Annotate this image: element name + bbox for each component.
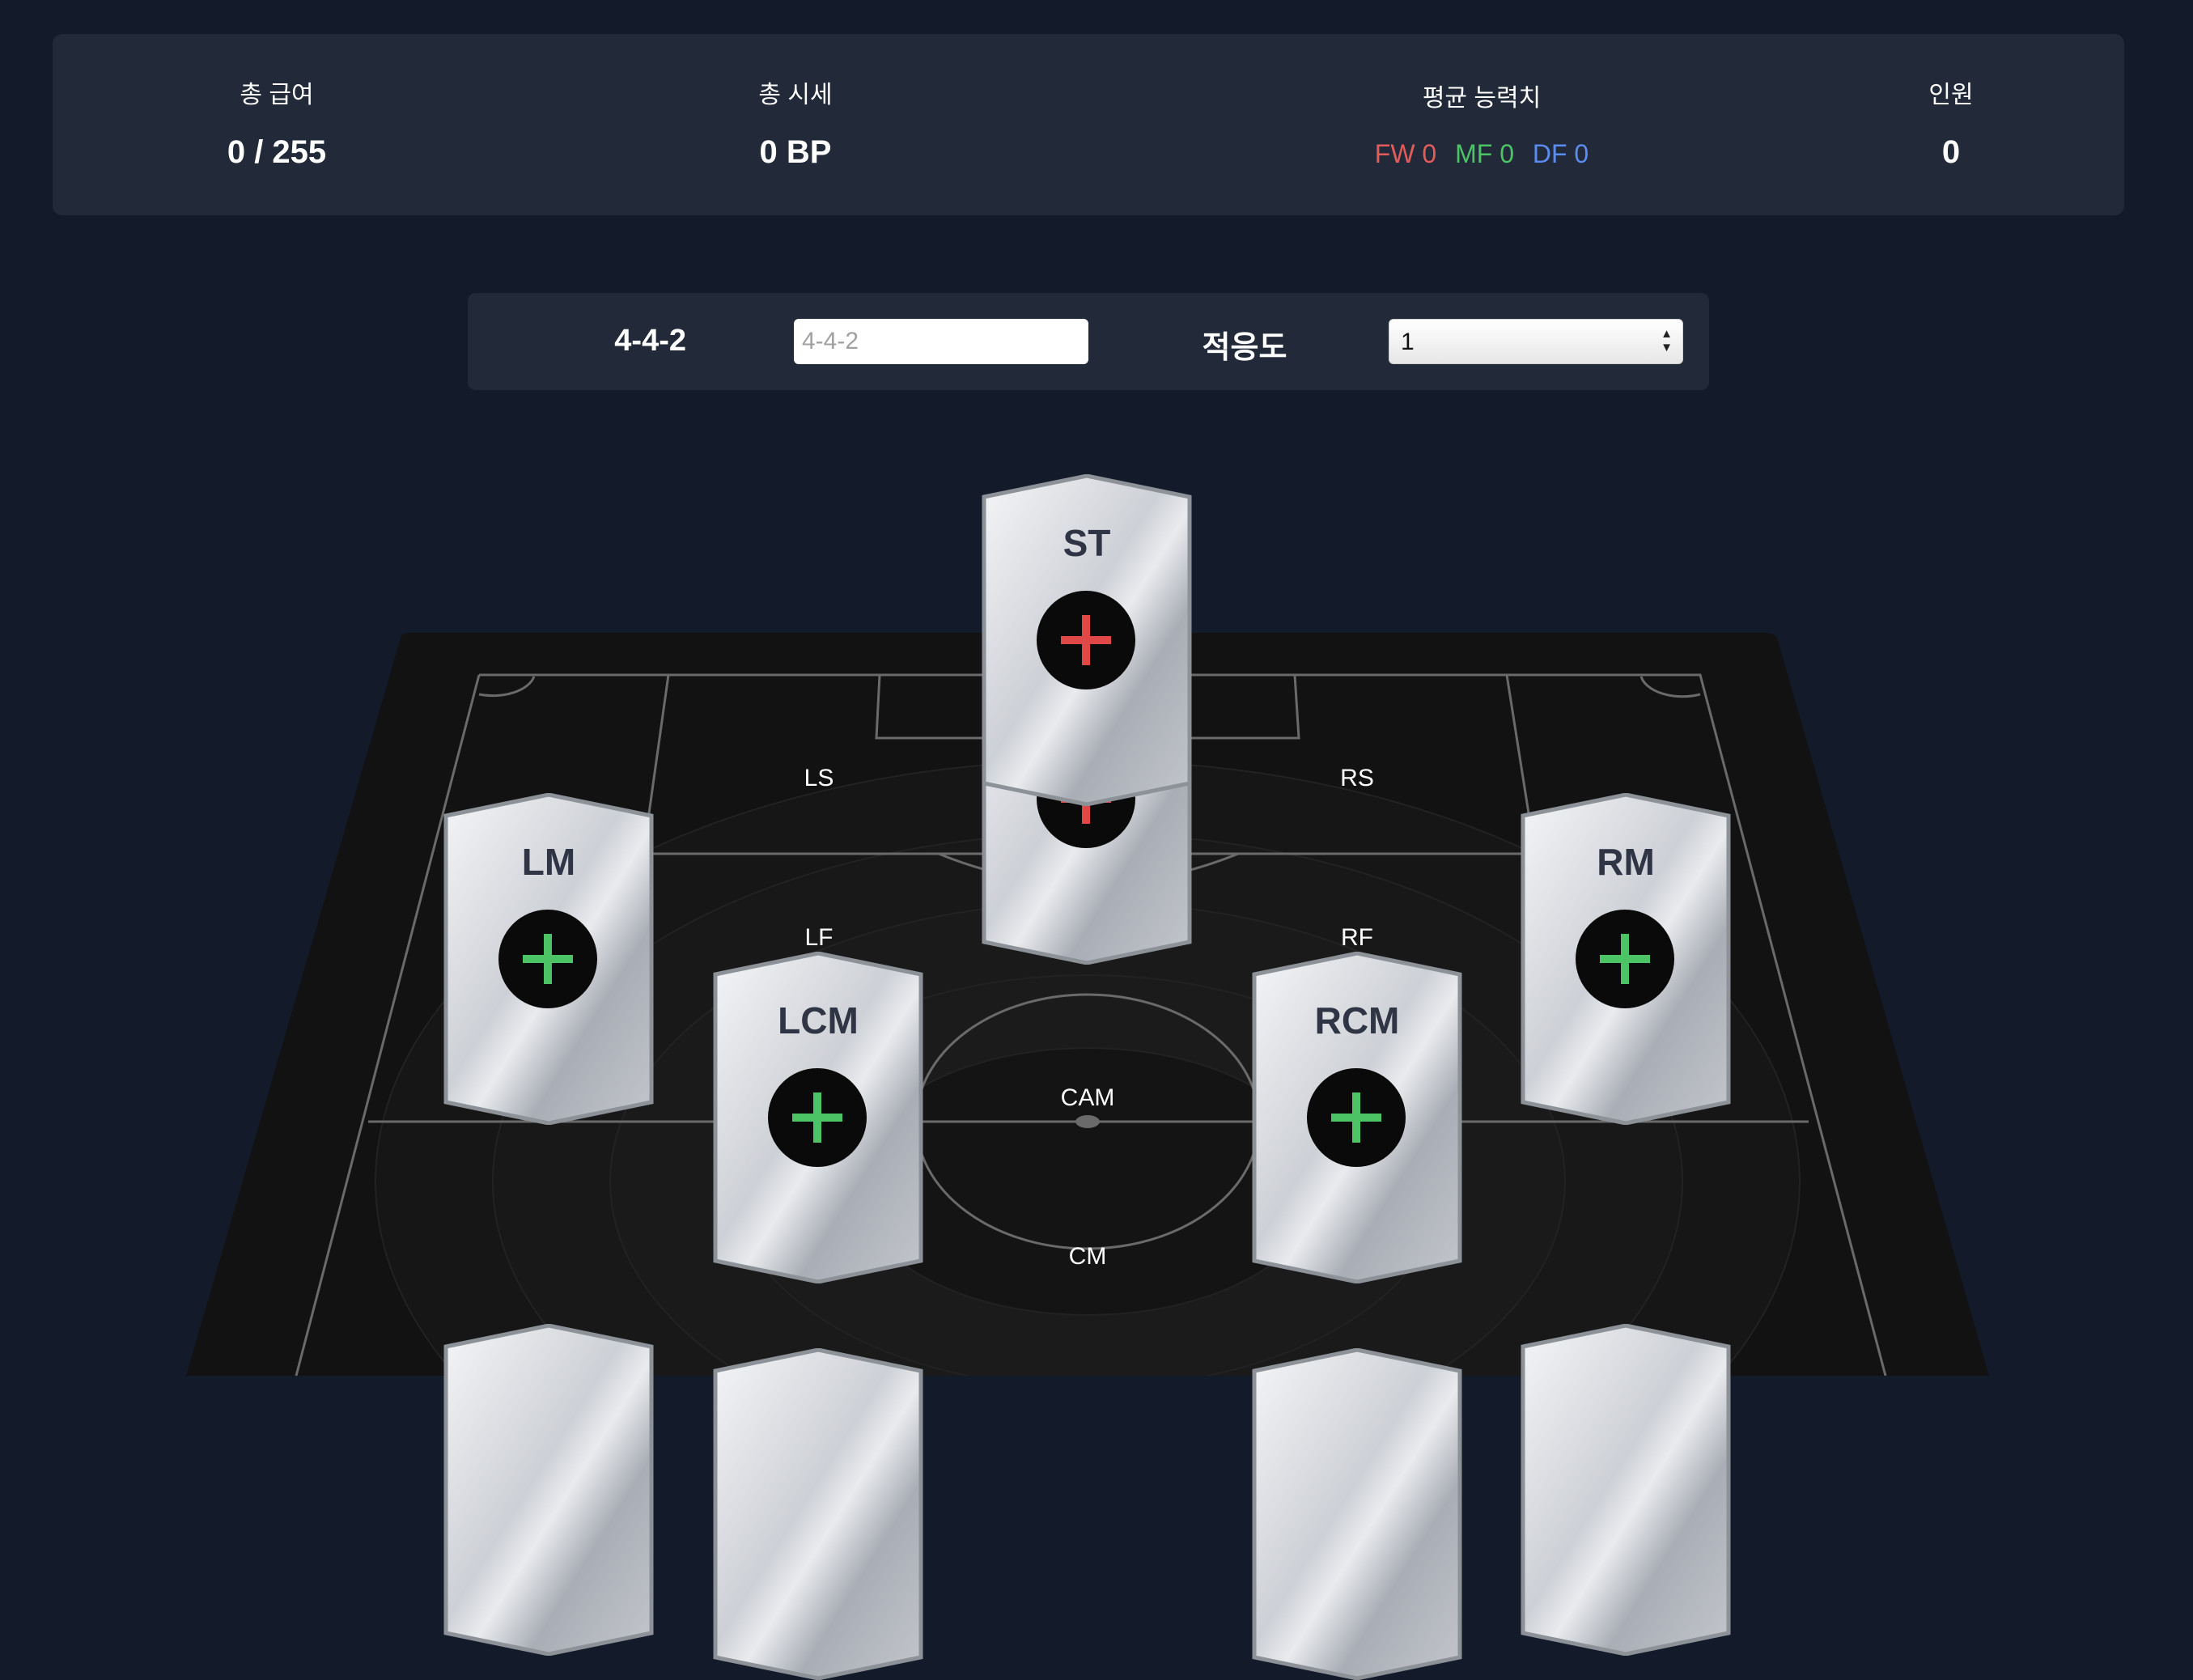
pitch-label-lf: LF	[804, 924, 834, 951]
player-card-st[interactable]: ST	[981, 474, 1193, 806]
pitch-label-cam: CAM	[1060, 1084, 1115, 1111]
card-position-label: LM	[521, 841, 576, 883]
card-position-label: RCM	[1314, 999, 1400, 1042]
player-card-rm[interactable]: RM	[1520, 793, 1732, 1125]
player-card-rb[interactable]	[1520, 1324, 1732, 1656]
player-card-rcm[interactable]: RCM	[1251, 952, 1463, 1283]
pitch-label-rf: RF	[1341, 924, 1373, 951]
plus-icon[interactable]	[768, 1068, 867, 1167]
card-position-label: RM	[1597, 841, 1655, 883]
player-card-rcb[interactable]	[1251, 1348, 1463, 1680]
card-position-label: LCM	[778, 999, 859, 1042]
plus-icon[interactable]	[1307, 1068, 1406, 1167]
player-card-lcm[interactable]: LCM	[712, 952, 924, 1283]
player-card-lm[interactable]: LM	[443, 793, 655, 1125]
plus-icon[interactable]	[1576, 910, 1674, 1008]
pitch-label-ls: LS	[804, 765, 834, 791]
player-card-lcb[interactable]	[712, 1348, 924, 1680]
plus-icon[interactable]	[498, 910, 597, 1008]
pitch-label-rs: RS	[1340, 765, 1374, 791]
plus-icon[interactable]	[1037, 591, 1135, 689]
pitch-label-cm: CM	[1068, 1243, 1107, 1270]
card-position-label: ST	[1063, 522, 1111, 564]
player-card-lb[interactable]	[443, 1324, 655, 1656]
